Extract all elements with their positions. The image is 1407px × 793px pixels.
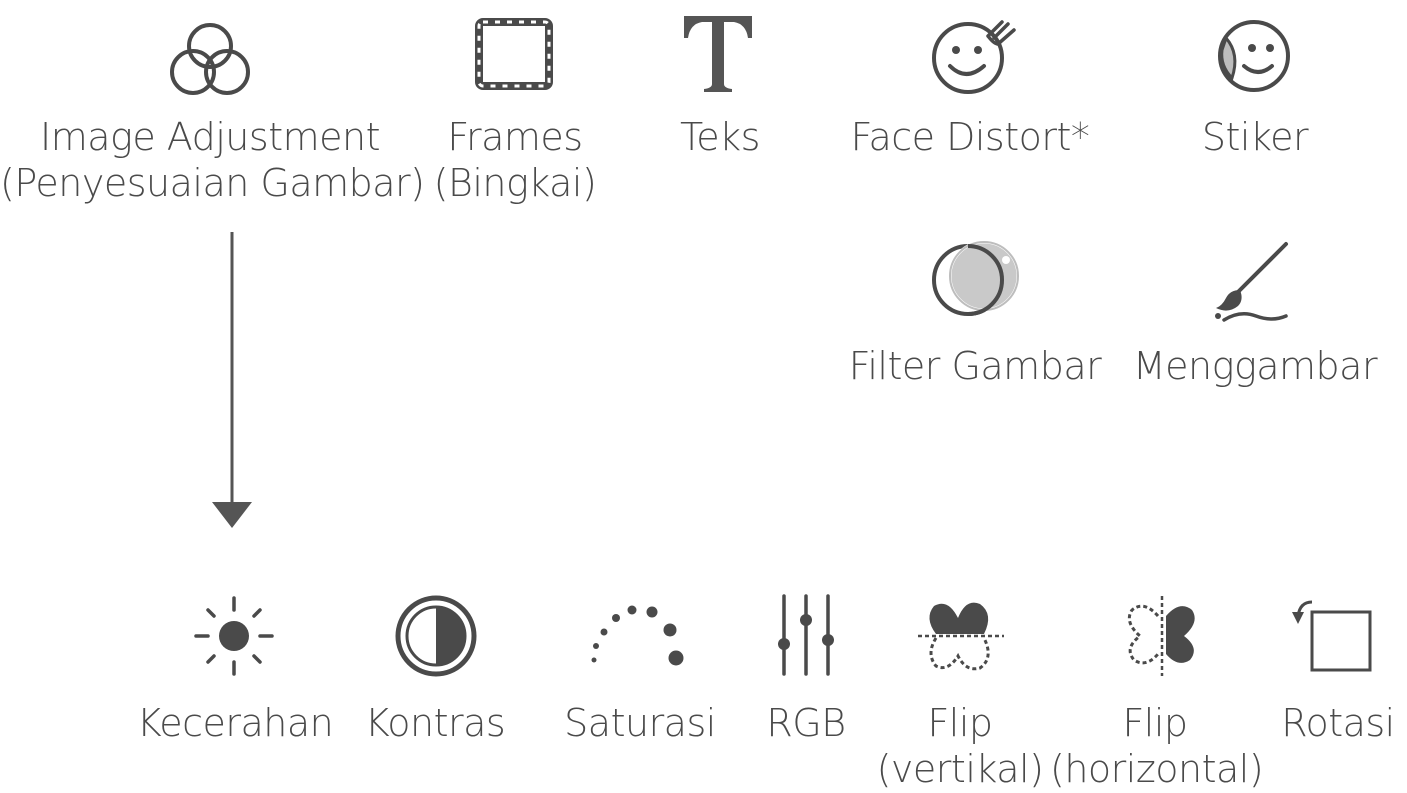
venn-circles-icon — [165, 20, 255, 98]
rgb-sliders-icon — [774, 592, 838, 678]
rotasi-line1: Rotasi — [1281, 701, 1395, 745]
saturasi-line1: Saturasi — [564, 701, 716, 745]
kecerahan-line1: Kecerahan — [136, 701, 334, 745]
rotate-icon — [1290, 596, 1376, 676]
frames-line1: Frames — [447, 115, 583, 159]
teks-line1: Teks — [680, 115, 760, 159]
filter-gambar-line1: Filter Gambar — [848, 344, 1102, 388]
teks-label: Teks — [650, 114, 790, 160]
rotasi-label: Rotasi — [1270, 700, 1406, 746]
brightness-icon — [192, 594, 276, 678]
kontras-label: Kontras — [350, 700, 520, 746]
face-distort-icon — [928, 14, 1024, 98]
flip-horizontal-line1: Flip — [1122, 701, 1188, 745]
image-adjustment-line2: (Penyesuaian Gambar) — [0, 161, 425, 205]
kecerahan-label: Kecerahan — [130, 700, 340, 746]
menggambar-label: Menggambar — [1125, 343, 1385, 389]
flip-vertikal-label: Flip (vertikal) — [870, 700, 1050, 792]
filter-gambar-label: Filter Gambar — [840, 343, 1110, 389]
face-distort-line1: Face Distort* — [850, 115, 1090, 159]
rgb-line1: RGB — [766, 701, 846, 745]
down-arrow-icon — [210, 232, 254, 532]
flip-horizontal-line2: (horizontal) — [1050, 747, 1264, 791]
frame-icon — [475, 18, 555, 90]
flip-horizontal-icon — [1120, 594, 1204, 678]
rgb-label: RGB — [746, 700, 866, 746]
kontras-line1: Kontras — [364, 701, 506, 745]
flip-horizontal-label: Flip (horizontal) — [1050, 700, 1264, 792]
image-adjustment-line1: Image Adjustment — [40, 115, 380, 159]
brush-icon — [1210, 240, 1294, 324]
flip-vertical-icon — [914, 598, 1008, 674]
menggambar-line1: Menggambar — [1132, 344, 1378, 388]
face-distort-label: Face Distort* — [840, 114, 1100, 160]
saturation-icon — [586, 602, 690, 672]
flip-vertikal-line2: (vertikal) — [876, 747, 1044, 791]
image-adjustment-label: Image Adjustment (Penyesuaian Gambar) — [0, 114, 425, 206]
flip-vertikal-line1: Flip — [927, 701, 993, 745]
contrast-icon — [394, 594, 478, 678]
sticker-icon — [1210, 16, 1294, 96]
text-t-icon — [680, 12, 756, 94]
frames-line2: (Bingkai) — [433, 161, 597, 205]
saturasi-label: Saturasi — [550, 700, 730, 746]
frames-label: Frames (Bingkai) — [430, 114, 600, 206]
filter-icon — [928, 238, 1024, 318]
stiker-line1: Stiker — [1201, 115, 1309, 159]
stiker-label: Stiker — [1170, 114, 1340, 160]
